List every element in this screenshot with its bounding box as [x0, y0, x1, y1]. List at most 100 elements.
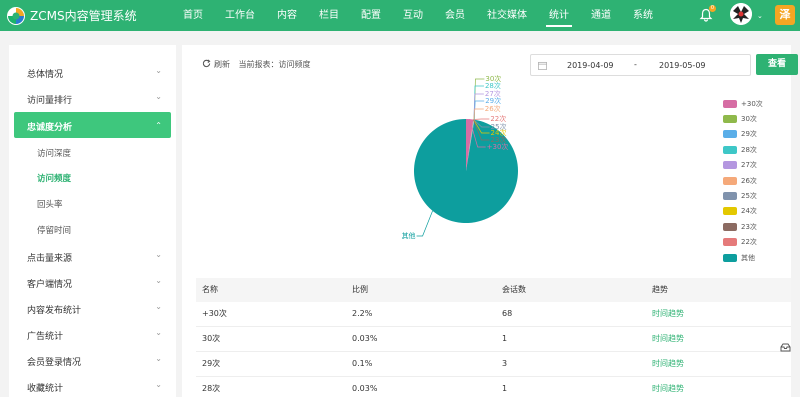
sidebar-item-label: 内容发布统计: [27, 306, 82, 316]
slice-label: 29次: [485, 96, 501, 105]
nav-statistics[interactable]: 统计: [538, 0, 580, 31]
column-header-trend: 趋势: [652, 285, 668, 294]
legend-item[interactable]: 28次: [723, 142, 763, 157]
legend-swatch: [723, 130, 737, 139]
legend-swatch: [723, 222, 737, 231]
slice-label: 28次: [485, 81, 501, 90]
legend-label: 其他: [741, 253, 755, 262]
legend-label: 24次: [741, 207, 757, 216]
legend-item[interactable]: 29次: [723, 127, 763, 142]
sidebar-item-member-login[interactable]: 会员登录情况 ⌄: [9, 348, 176, 372]
sidebar-item-ads[interactable]: 广告统计 ⌄: [9, 322, 176, 346]
column-header-name: 名称: [202, 285, 218, 294]
sidebar-item-client[interactable]: 客户端情况 ⌄: [9, 270, 176, 294]
cell-name: +30次: [202, 309, 227, 318]
logo-icon: [7, 7, 25, 25]
legend-label: 23次: [741, 222, 757, 231]
cell-name: 30次: [202, 334, 221, 343]
legend-swatch: [723, 115, 737, 124]
label-leader-line: [473, 85, 484, 120]
table-row: 28次 0.03% 1 时间趋势: [196, 377, 791, 397]
legend-item[interactable]: 26次: [723, 173, 763, 188]
user-badge[interactable]: 泽: [775, 5, 795, 25]
legend-label: 30次: [741, 115, 757, 124]
legend-label: 27次: [741, 161, 757, 170]
avatar[interactable]: [730, 3, 752, 25]
legend-swatch: [723, 207, 737, 216]
sidebar-item-label: 总体情况: [27, 70, 64, 80]
main-nav: 首页 工作台 内容 栏目 配置 互动 会员 社交媒体 统计 通道 系统: [172, 0, 664, 31]
sidebar-sub-visit-depth[interactable]: 访问深度: [37, 147, 71, 159]
sidebar-sub-stay-time[interactable]: 停留时间: [37, 224, 71, 236]
legend-label: 25次: [741, 192, 757, 201]
nav-columns[interactable]: 栏目: [308, 0, 350, 31]
nav-system[interactable]: 系统: [622, 0, 664, 31]
column-header-ratio: 比例: [352, 285, 368, 294]
legend-item[interactable]: 24次: [723, 204, 763, 219]
chevron-down-icon: ⌄: [155, 92, 162, 101]
sidebar-item-loyalty-analysis[interactable]: 忠诚度分析 ⌃: [14, 112, 171, 138]
label-leader-line: [473, 100, 485, 120]
cell-sessions: 68: [502, 309, 513, 318]
inbox-icon[interactable]: [780, 343, 791, 352]
chevron-down-icon: ⌄: [155, 66, 162, 75]
sidebar-item-overview[interactable]: 总体情况 ⌄: [9, 60, 176, 84]
nav-members[interactable]: 会员: [434, 0, 476, 31]
cell-sessions: 3: [502, 359, 508, 368]
sidebar-sub-return-rate[interactable]: 回头率: [37, 198, 63, 210]
legend-item[interactable]: 23次: [723, 219, 763, 234]
chevron-down-icon: ⌄: [155, 250, 162, 259]
table-row: +30次 2.2% 68 时间趋势: [196, 302, 791, 327]
legend-item[interactable]: +30次: [723, 96, 763, 111]
legend-swatch: [723, 99, 737, 108]
trend-link[interactable]: 时间趋势: [652, 309, 684, 318]
legend-swatch: [723, 161, 737, 170]
sidebar-item-click-source[interactable]: 点击量来源 ⌄: [9, 244, 176, 268]
nav-interaction[interactable]: 互动: [392, 0, 434, 31]
nav-social-media[interactable]: 社交媒体: [476, 0, 538, 31]
sidebar-sub-visit-frequency[interactable]: 访问频度: [37, 172, 71, 184]
sidebar-item-content-publish[interactable]: 内容发布统计 ⌄: [9, 296, 176, 320]
label-leader-line: [474, 78, 485, 120]
nav-home[interactable]: 首页: [172, 0, 214, 31]
brand-title: ZCMS内容管理系统: [30, 9, 137, 23]
notification-badge: 0: [709, 5, 716, 12]
sidebar-item-label: 忠诚度分析: [27, 123, 73, 133]
legend-label: +30次: [741, 99, 763, 108]
legend-swatch: [723, 253, 737, 262]
sidebar-item-label: 广告统计: [27, 332, 64, 342]
chart-legend: +30次 30次 29次 28次 27次 26次 25次 24次 23次 22次其他: [723, 96, 763, 265]
slice-label: +30次: [487, 142, 509, 151]
sidebar-item-favorites[interactable]: 收藏统计 ⌄: [9, 374, 176, 397]
legend-label: 29次: [741, 130, 757, 139]
trend-link[interactable]: 时间趋势: [652, 384, 684, 393]
cell-ratio: 0.1%: [352, 359, 373, 368]
chevron-down-icon: ⌄: [155, 276, 162, 285]
legend-swatch: [723, 238, 737, 247]
sidebar-item-label: 访问量排行: [27, 96, 73, 106]
chevron-down-icon: ⌄: [155, 354, 162, 363]
nav-channels[interactable]: 通道: [580, 0, 622, 31]
nav-config[interactable]: 配置: [350, 0, 392, 31]
cell-sessions: 1: [502, 384, 508, 393]
nav-workbench[interactable]: 工作台: [214, 0, 266, 31]
legend-item[interactable]: 27次: [723, 158, 763, 173]
trend-link[interactable]: 时间趋势: [652, 334, 684, 343]
nav-content[interactable]: 内容: [266, 0, 308, 31]
sidebar-item-label: 会员登录情况: [27, 358, 82, 368]
legend-item[interactable]: 25次: [723, 188, 763, 203]
legend-item[interactable]: 其他: [723, 250, 763, 265]
legend-item[interactable]: 22次: [723, 235, 763, 250]
label-leader-line: [473, 118, 490, 120]
legend-item[interactable]: 30次: [723, 111, 763, 126]
table-row: 30次 0.03% 1 时间趋势: [196, 327, 791, 352]
cell-name: 28次: [202, 384, 221, 393]
trend-link[interactable]: 时间趋势: [652, 359, 684, 368]
sidebar-item-visit-ranking[interactable]: 访问量排行 ⌄: [9, 86, 176, 110]
cell-ratio: 0.03%: [352, 384, 378, 393]
main-panel: 刷新 当前报表：访问频度 2019-04-09 - 2019-05-09 查看 …: [182, 45, 798, 397]
cell-ratio: 2.2%: [352, 309, 373, 318]
column-header-sessions: 会话数: [502, 285, 526, 294]
chevron-down-icon[interactable]: ⌄: [757, 12, 763, 20]
slice-label: 22次: [490, 114, 506, 123]
